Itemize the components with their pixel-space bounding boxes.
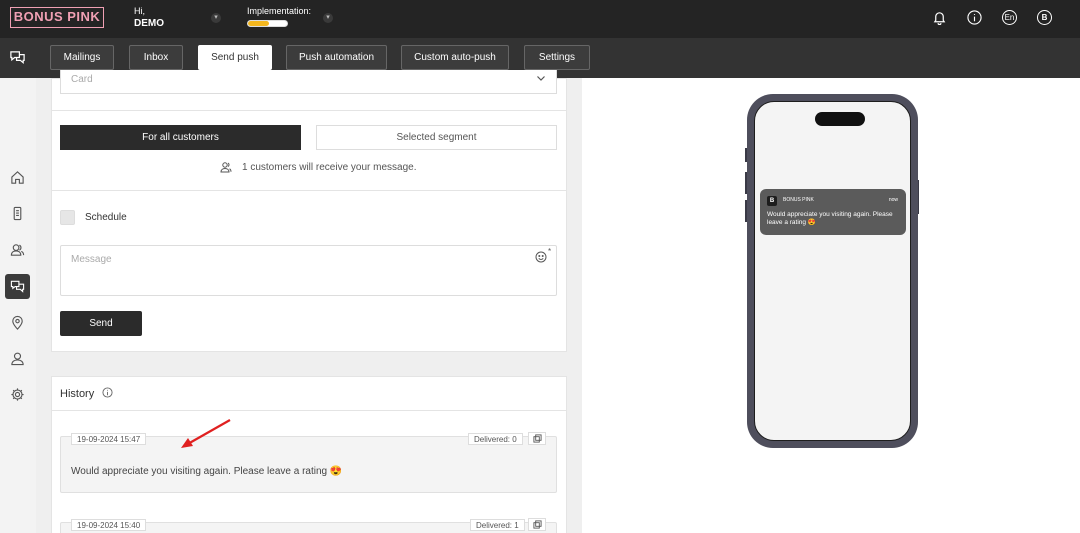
card-select[interactable]: Card bbox=[60, 70, 557, 94]
history-item-date: 19-09-2024 15:47 bbox=[71, 433, 147, 445]
emoji-icon[interactable] bbox=[535, 251, 547, 263]
sidebar bbox=[0, 78, 36, 533]
gear-icon bbox=[11, 388, 24, 401]
recipients-text: 1 customers will receive your message. bbox=[242, 161, 417, 173]
logo[interactable]: BONUS PINK bbox=[10, 7, 104, 28]
user-name: DEMO bbox=[134, 18, 164, 29]
push-notification-preview: B BONUS PINK now Would appreciate you vi… bbox=[760, 189, 906, 235]
users-icon bbox=[10, 244, 25, 256]
app-icon: B bbox=[767, 196, 777, 206]
annotation-arrow-icon bbox=[181, 419, 231, 448]
home-icon bbox=[11, 171, 24, 184]
schedule-label: Schedule bbox=[85, 212, 127, 223]
user-icon bbox=[11, 352, 24, 366]
top-bar: BONUS PINK Hi, DEMO ▾ Implementation: ▾ … bbox=[0, 0, 1080, 38]
history-title: History bbox=[60, 388, 95, 400]
send-button[interactable]: Send bbox=[60, 311, 142, 336]
copy-icon bbox=[532, 434, 542, 443]
sidebar-item-customers[interactable] bbox=[5, 237, 30, 262]
location-pin-icon bbox=[12, 315, 23, 330]
tab-settings[interactable]: Settings bbox=[524, 45, 590, 70]
notification-message: Would appreciate you visiting again. Ple… bbox=[767, 211, 893, 226]
avatar[interactable]: B bbox=[1037, 10, 1052, 25]
history-item-delivered: Delivered: 0 bbox=[468, 433, 523, 445]
history-item-delivered: Delivered: 1 bbox=[470, 519, 525, 531]
info-icon[interactable] bbox=[967, 10, 982, 25]
notification-app-name: BONUS PINK bbox=[783, 197, 814, 203]
divider bbox=[51, 410, 567, 411]
recipients-count: 1 customers will receive your message. bbox=[220, 161, 417, 173]
copy-button[interactable] bbox=[528, 518, 546, 531]
sidebar-item-profile[interactable] bbox=[5, 346, 30, 371]
chat-icon[interactable] bbox=[9, 49, 26, 66]
sidebar-item-device[interactable] bbox=[5, 201, 30, 226]
sidebar-item-locations[interactable] bbox=[5, 310, 30, 335]
user-greeting[interactable]: Hi, DEMO bbox=[134, 6, 164, 31]
copy-button[interactable] bbox=[528, 432, 546, 445]
selected-segment-button[interactable]: Selected segment bbox=[316, 125, 557, 150]
sidebar-item-messages[interactable] bbox=[5, 274, 30, 299]
implementation-label: Implementation: bbox=[247, 6, 312, 16]
history-item-message: Would appreciate you visiting again. Ple… bbox=[71, 466, 343, 477]
message-field[interactable] bbox=[60, 245, 557, 296]
dynamic-island bbox=[815, 112, 865, 126]
history-item-date: 19-09-2024 15:40 bbox=[71, 519, 147, 531]
phone-preview: B BONUS PINK now Would appreciate you vi… bbox=[747, 94, 918, 448]
message-input[interactable] bbox=[61, 246, 556, 295]
chevron-down-icon[interactable]: ▾ bbox=[211, 13, 221, 23]
for-all-customers-button[interactable]: For all customers bbox=[60, 125, 301, 150]
tab-custom-auto-push[interactable]: Custom auto-push bbox=[401, 45, 509, 70]
sidebar-item-home[interactable] bbox=[5, 165, 30, 190]
tab-send-push[interactable]: Send push bbox=[198, 45, 272, 70]
phone-screen: B BONUS PINK now Would appreciate you vi… bbox=[754, 101, 911, 441]
notification-time: now bbox=[888, 197, 898, 203]
divider bbox=[51, 190, 567, 191]
users-icon bbox=[220, 162, 232, 173]
info-icon[interactable] bbox=[102, 387, 113, 398]
divider bbox=[51, 110, 567, 111]
tab-push-automation[interactable]: Push automation bbox=[286, 45, 387, 70]
tab-inbox[interactable]: Inbox bbox=[129, 45, 183, 70]
sidebar-item-settings[interactable] bbox=[5, 382, 30, 407]
required-mark: * bbox=[548, 247, 552, 256]
implementation-progress-fill bbox=[248, 21, 270, 26]
implementation-progress bbox=[247, 20, 288, 27]
card-select-value: Card bbox=[71, 74, 93, 85]
language-switch[interactable]: En bbox=[1002, 10, 1017, 25]
greeting-label: Hi, bbox=[134, 6, 145, 16]
chevron-down-icon bbox=[537, 76, 545, 81]
chat-icon bbox=[10, 280, 25, 293]
schedule-checkbox[interactable] bbox=[60, 210, 75, 225]
tab-mailings[interactable]: Mailings bbox=[50, 45, 114, 70]
copy-icon bbox=[532, 520, 542, 529]
chevron-down-icon[interactable]: ▾ bbox=[323, 13, 333, 23]
phone-icon bbox=[13, 206, 22, 221]
bell-icon[interactable] bbox=[932, 10, 947, 26]
